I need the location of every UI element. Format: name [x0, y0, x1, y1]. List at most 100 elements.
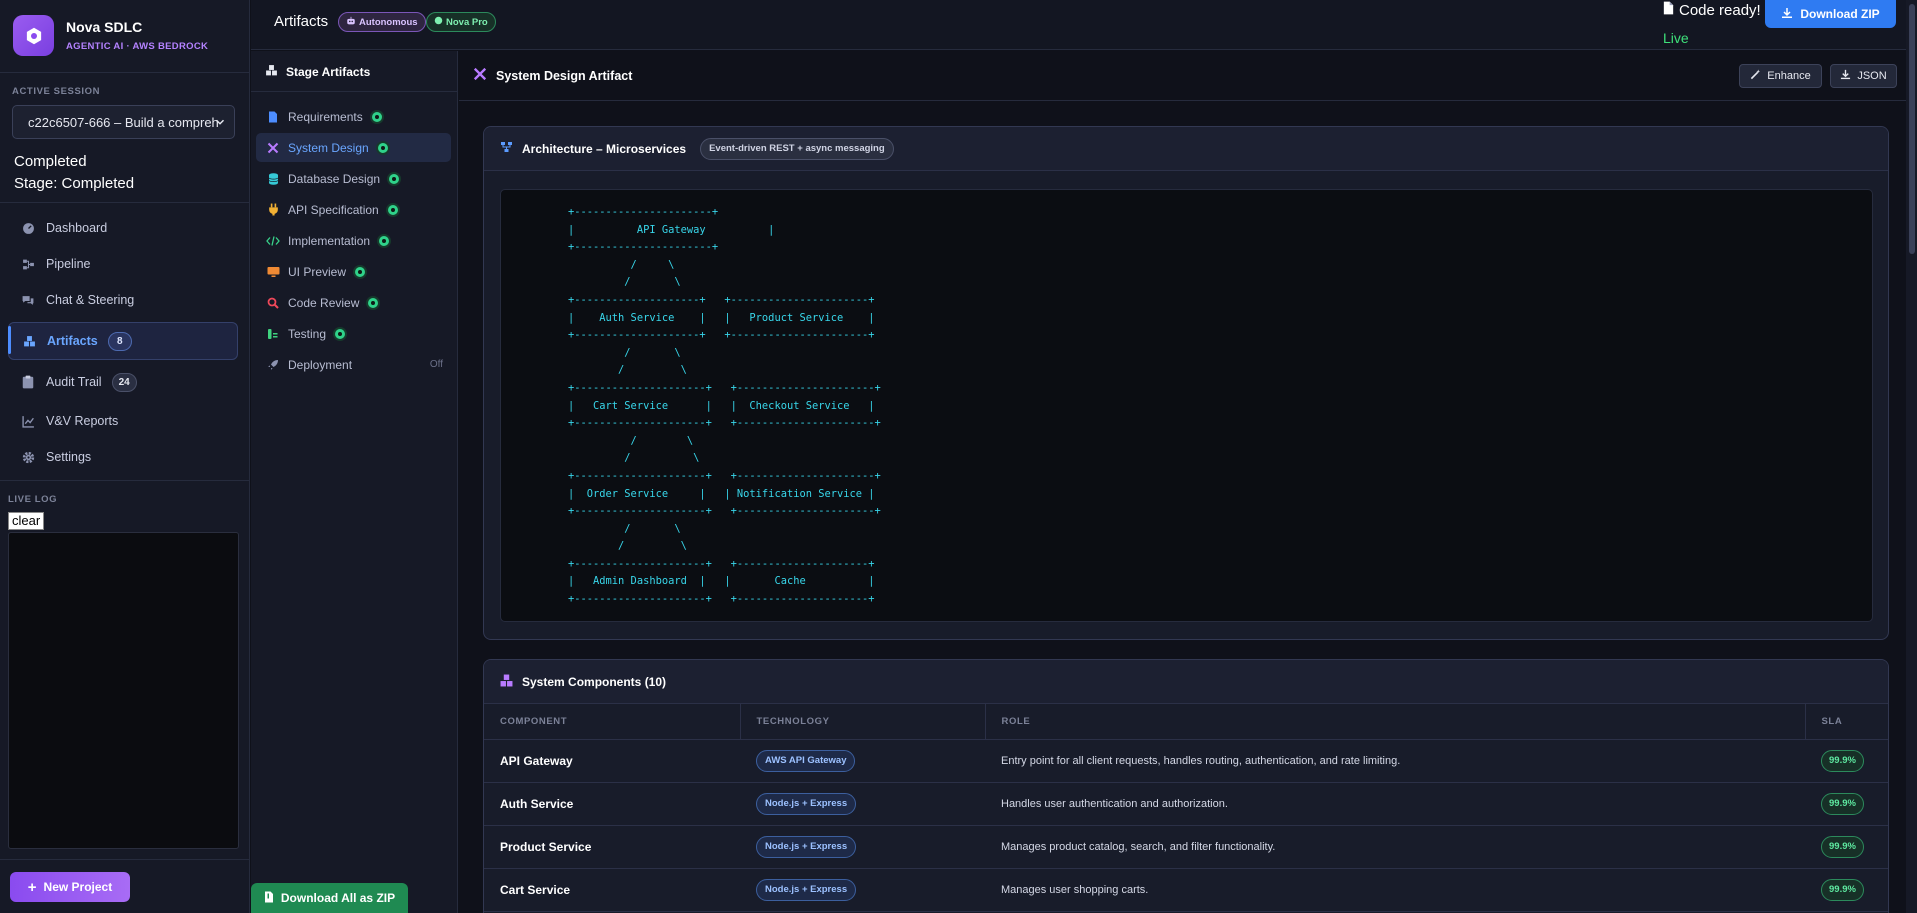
nav-pipeline-label: Pipeline	[46, 257, 91, 271]
component-role: Handles user authentication and authoriz…	[985, 782, 1805, 826]
download-all-zip-button[interactable]: Download All as ZIP	[251, 883, 408, 913]
code-ready-label: Code ready!	[1679, 1, 1761, 19]
stage-item-implementation[interactable]: Implementation	[256, 226, 451, 255]
stage-item-label: Implementation	[288, 233, 371, 248]
divider	[0, 859, 250, 860]
divider	[0, 202, 250, 203]
nav-artifacts[interactable]: Artifacts 8	[8, 322, 238, 360]
session-select-value: c22c6507-666 – Build a compreh	[28, 114, 219, 130]
architecture-title: Architecture – Microservices	[522, 141, 687, 156]
technology-badge: Node.js + Express	[756, 878, 857, 901]
download-all-label: Download All as ZIP	[280, 891, 396, 905]
clear-log-button[interactable]: clear	[8, 512, 45, 530]
enhance-button[interactable]: Enhance	[1739, 64, 1822, 88]
artifact-title-text: System Design Artifact	[496, 68, 633, 83]
plus-icon: +	[27, 878, 37, 896]
session-stage: Stage: Completed	[14, 175, 135, 192]
new-project-button[interactable]: + New Project	[10, 872, 130, 902]
architecture-diagram: +----------------------+ | API Gateway |…	[500, 189, 1873, 622]
brand-name: Nova SDLC	[66, 19, 143, 35]
architecture-style-badge: Event-driven REST + async messaging	[700, 137, 894, 160]
session-select[interactable]: c22c6507-666 – Build a compreh	[12, 105, 235, 139]
component-name: API Gateway	[484, 739, 740, 783]
code-icon	[266, 235, 280, 247]
download-zip-label: Download ZIP	[1800, 7, 1880, 21]
gear-icon	[20, 449, 36, 465]
nav-dashboard[interactable]: Dashboard	[8, 210, 238, 246]
stage-item-deployment[interactable]: Deployment Off	[256, 350, 451, 379]
stage-artifacts-title: Stage Artifacts	[286, 65, 371, 79]
nav-vv-reports[interactable]: V&V Reports	[8, 403, 238, 439]
page-scrollbar-thumb[interactable]	[1909, 4, 1915, 254]
stage-item-label: System Design	[288, 140, 369, 155]
robot-icon	[346, 16, 356, 29]
download-zip-button[interactable]: Download ZIP	[1765, 0, 1896, 28]
stage-item-system-design[interactable]: System Design	[256, 133, 451, 162]
sla-badge: 99.9%	[1821, 792, 1864, 815]
component-name: Auth Service	[484, 782, 740, 826]
stage-item-requirements[interactable]: Requirements	[256, 102, 451, 131]
nav-settings-label: Settings	[46, 450, 92, 464]
nav-vv-label: V&V Reports	[46, 414, 119, 428]
stage-item-testing[interactable]: Testing	[256, 319, 451, 348]
column-header-component: COMPONENT	[484, 704, 741, 740]
nav-audit-label: Audit Trail	[46, 375, 102, 389]
session-label: ACTIVE SESSION	[12, 86, 101, 97]
column-header-role: ROLE	[985, 704, 1806, 740]
nav-pipeline[interactable]: Pipeline	[8, 246, 238, 282]
nova-pro-label: Nova Pro	[446, 16, 488, 28]
nav-audit-trail[interactable]: Audit Trail 24	[8, 364, 238, 400]
sla-badge: 99.9%	[1821, 749, 1864, 772]
nav-settings[interactable]: Settings	[8, 439, 238, 475]
design-tools-icon	[266, 142, 280, 154]
component-role: Manages user shopping carts.	[985, 868, 1805, 912]
json-button[interactable]: JSON	[1830, 64, 1897, 88]
code-ready-status: Code ready!	[1663, 1, 1761, 19]
component-name: Product Service	[484, 825, 740, 869]
artifacts-count-badge: 8	[107, 331, 132, 351]
complete-status-dot	[377, 142, 388, 153]
document-icon	[266, 111, 280, 123]
complete-status-dot	[389, 173, 400, 184]
live-log-label: LIVE LOG	[8, 494, 58, 505]
architecture-card-header: Architecture – Microservices Event-drive…	[484, 127, 1888, 171]
sidebar: Nova SDLC AGENTIC AI · AWS BEDROCK ACTIV…	[0, 0, 250, 913]
file-icon	[1663, 1, 1674, 19]
pipeline-icon	[20, 256, 36, 272]
technology-badge: Node.js + Express	[756, 792, 857, 815]
nav-dashboard-label: Dashboard	[46, 221, 108, 235]
table-header-row: COMPONENT TECHNOLOGY ROLE SLA	[484, 704, 1888, 740]
file-zip-icon	[264, 891, 274, 906]
download-icon	[1840, 69, 1851, 83]
stage-item-database-design[interactable]: Database Design	[256, 164, 451, 193]
complete-status-dot	[371, 111, 382, 122]
stage-item-label: API Specification	[288, 202, 379, 217]
enhance-label: Enhance	[1767, 70, 1811, 82]
complete-status-dot	[387, 204, 398, 215]
stage-item-code-review[interactable]: Code Review	[256, 288, 451, 317]
divider	[0, 72, 250, 73]
component-name: Cart Service	[484, 868, 740, 912]
brand-subtitle: AGENTIC AI · AWS BEDROCK	[66, 41, 209, 52]
stage-item-ui-preview[interactable]: UI Preview	[256, 257, 451, 286]
table-row: Product Service Node.js + Express Manage…	[484, 825, 1888, 869]
components-title: System Components (10)	[522, 674, 667, 689]
nav-chat-label: Chat & Steering	[46, 293, 135, 307]
stage-item-label: UI Preview	[288, 264, 347, 279]
stage-item-api-specification[interactable]: API Specification	[256, 195, 451, 224]
live-log-area[interactable]	[8, 532, 239, 849]
artifact-title: System Design Artifact	[473, 67, 632, 84]
stage-artifacts-header: Stage Artifacts	[265, 64, 370, 80]
brand: Nova SDLC AGENTIC AI · AWS BEDROCK	[13, 15, 208, 56]
nav-chat[interactable]: Chat & Steering	[8, 282, 238, 318]
database-icon	[266, 172, 280, 185]
component-role: Manages product catalog, search, and fil…	[985, 825, 1805, 869]
cubes-icon	[500, 674, 513, 690]
divider	[251, 91, 458, 92]
components-table: COMPONENT TECHNOLOGY ROLE SLA API Gatewa…	[484, 704, 1888, 912]
technology-badge: Node.js + Express	[756, 835, 857, 858]
new-project-label: New Project	[43, 880, 113, 894]
ascii-diagram-text: +----------------------+ | API Gateway |…	[568, 206, 881, 606]
page-title: Artifacts	[274, 13, 329, 30]
architecture-card: Architecture – Microservices Event-drive…	[483, 126, 1889, 640]
